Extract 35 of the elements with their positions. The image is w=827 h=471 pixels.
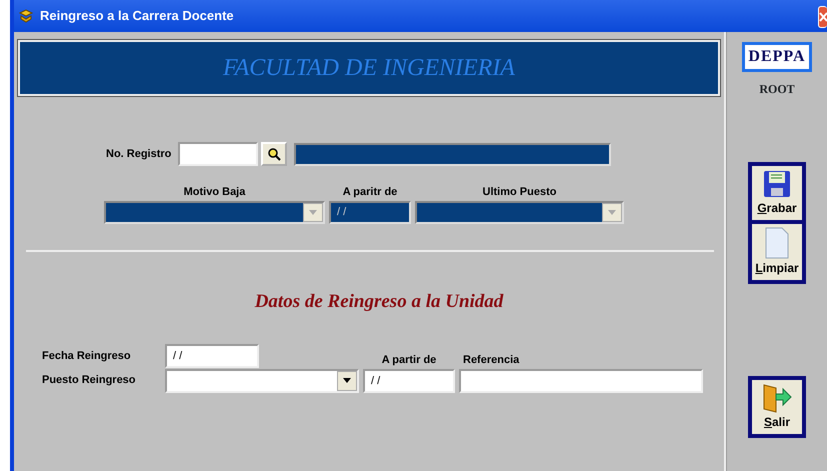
puesto-reingreso-dropdown[interactable]	[165, 368, 359, 392]
search-icon	[267, 147, 282, 161]
exit-door-icon	[761, 383, 793, 413]
search-button[interactable]	[261, 142, 288, 166]
save-button[interactable]: Grabar	[748, 162, 806, 222]
field-label: Referencia	[462, 353, 520, 368]
banner-title: FACULTAD DE INGENIERIA	[18, 40, 720, 96]
exit-button[interactable]: Salir	[748, 376, 806, 438]
field-label: Ultimo Puesto	[482, 185, 558, 200]
app-icon	[18, 8, 34, 24]
field-label: Motivo Baja	[182, 185, 246, 200]
puesto-dropdown[interactable]	[415, 200, 624, 224]
window-title: Reingreso a la Carrera Docente	[40, 7, 234, 26]
user-label: ROOT	[759, 81, 795, 98]
dropdown-arrow-icon	[343, 378, 351, 383]
field-label: Puesto Reingreso	[42, 373, 137, 388]
dropdown-arrow-icon	[608, 210, 616, 214]
registro-input[interactable]	[178, 142, 258, 166]
close-button[interactable]	[818, 6, 827, 28]
referencia-input[interactable]	[459, 368, 703, 392]
date-field[interactable]: / /	[329, 200, 411, 224]
date-field[interactable]: / /	[165, 344, 259, 368]
logo: DEPPA	[742, 42, 812, 72]
date-field[interactable]: / /	[363, 368, 455, 392]
name-display-field[interactable]	[294, 142, 612, 166]
close-icon	[819, 12, 827, 22]
field-label: No. Registro	[106, 146, 172, 162]
dropdown-arrow-icon	[309, 210, 317, 214]
blank-page-icon	[764, 227, 790, 259]
field-label: Fecha Reingreso	[42, 348, 132, 364]
motivo-dropdown[interactable]	[104, 200, 325, 224]
field-label: A paritr de	[342, 185, 398, 200]
clear-button[interactable]: Limpiar	[748, 222, 806, 284]
section-title: Datos de Reingreso a la Unidad	[254, 290, 504, 312]
field-label: A partir de	[380, 353, 438, 368]
